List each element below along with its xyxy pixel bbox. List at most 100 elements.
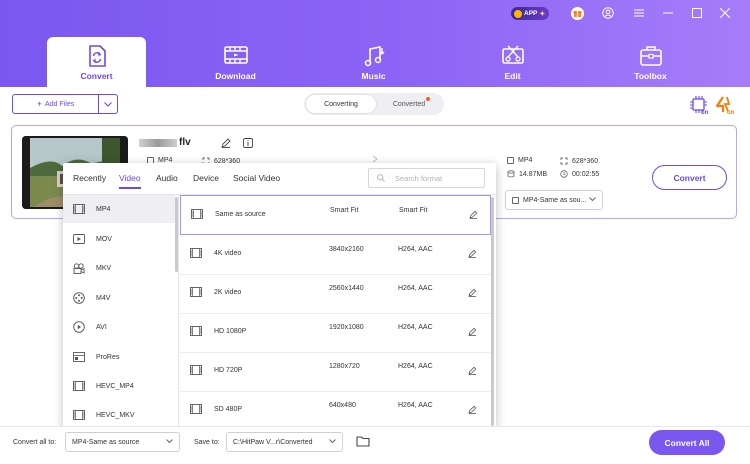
preset-codec: H264, AAC: [398, 285, 433, 292]
music-icon: [363, 45, 385, 67]
output-size-label: 14.87MB: [519, 170, 548, 178]
rename-icon[interactable]: [221, 138, 231, 148]
preset-row-sd-480p[interactable]: SD 480P 640x480 H264, AAC: [180, 391, 491, 431]
file-format-icon: [507, 157, 514, 164]
video-preset-icon: [190, 287, 202, 297]
format-item-label: MP4: [96, 205, 111, 213]
format-item-label: HEVC_MP4: [96, 382, 134, 390]
popup-tab-device[interactable]: Device: [193, 173, 219, 183]
format-item-m4v[interactable]: M4V: [63, 284, 175, 312]
preset-row-4k[interactable]: 4K video 3840x2160 H264, AAC: [180, 235, 491, 275]
edit-preset-icon[interactable]: [468, 327, 477, 336]
add-files-button[interactable]: + Add Files: [12, 94, 99, 114]
plus-icon: +: [36, 99, 43, 109]
tab-toolbox-label: Toolbox: [634, 71, 667, 81]
preset-codec: H264, AAC: [398, 402, 433, 409]
output-format-select-value: MP4-Same as sou...: [523, 196, 587, 204]
format-item-mov[interactable]: MOV: [63, 225, 175, 253]
status-segment: Converting Converted: [304, 93, 444, 115]
format-list-scrollbar[interactable]: [175, 197, 178, 272]
svg-text:on: on: [727, 110, 735, 115]
convert-icon: [87, 45, 107, 67]
gift-icon[interactable]: [571, 7, 584, 20]
tab-music[interactable]: Music: [324, 37, 423, 87]
file-format-icon: [512, 196, 519, 204]
converted-tab[interactable]: Converted: [376, 95, 442, 113]
file-name: flv: [139, 137, 191, 148]
4k-acceleration-icon[interactable]: on: [716, 95, 738, 115]
mp4-icon: [73, 204, 85, 214]
m4v-icon: [73, 292, 85, 304]
output-resolution: 628*360: [560, 157, 598, 165]
preset-row-same-as-source[interactable]: Same as source Smart Fit Smart Fit: [180, 195, 491, 235]
open-folder-icon[interactable]: [356, 435, 370, 447]
preset-list-scrollbar[interactable]: [491, 197, 494, 426]
format-item-hevc-mp4[interactable]: HEVC_MP4: [63, 372, 175, 400]
convert-all-button[interactable]: Convert All: [649, 430, 725, 455]
preset-row-hd-1080p[interactable]: HD 1080P 1920x1080 H264, AAC: [180, 313, 491, 353]
maximize-icon[interactable]: [690, 6, 704, 20]
chevron-down-icon: [166, 439, 173, 444]
edit-preset-icon[interactable]: [468, 366, 477, 375]
preset-codec: H264, AAC: [398, 246, 433, 253]
account-icon[interactable]: [601, 6, 615, 20]
converting-tab[interactable]: Converting: [306, 95, 376, 113]
add-files-label: Add Files: [45, 100, 75, 108]
video-preset-icon: [190, 404, 202, 414]
edit-preset-icon[interactable]: [468, 249, 477, 258]
edit-preset-icon[interactable]: [468, 288, 477, 297]
convert-all-to-select[interactable]: MP4-Same as source: [65, 432, 180, 452]
app-badge[interactable]: APP ✦: [511, 7, 550, 20]
chevron-down-icon: [104, 101, 112, 107]
minimize-icon[interactable]: [661, 6, 675, 20]
convert-button[interactable]: Convert: [652, 165, 727, 190]
preset-name: HD 720P: [214, 367, 243, 374]
format-item-prores[interactable]: ProRes: [63, 343, 175, 371]
chevron-down-icon: [589, 197, 596, 202]
output-format-select[interactable]: MP4-Same as sou...: [505, 190, 603, 210]
arrow-right-icon: [372, 155, 378, 163]
preset-row-hd-720p[interactable]: HD 720P 1280x720 H264, AAC: [180, 352, 491, 392]
preset-name: 4K video: [214, 250, 242, 257]
file-name-extension: flv: [179, 137, 191, 148]
edit-preset-icon[interactable]: [468, 405, 477, 414]
preset-codec: H264, AAC: [398, 363, 433, 370]
tab-download[interactable]: Download: [186, 37, 285, 87]
preset-codec: Smart Fit: [399, 207, 428, 214]
preset-row-2k[interactable]: 2K video 2560x1440 H264, AAC: [180, 274, 491, 314]
video-preset-icon: [191, 209, 203, 219]
popup-tab-recently[interactable]: Recently: [73, 173, 106, 183]
info-icon[interactable]: [243, 138, 253, 148]
preset-resolution: 1920x1080: [329, 324, 364, 331]
tab-music-label: Music: [361, 71, 386, 81]
video-preset-icon: [190, 326, 202, 336]
format-search-input[interactable]: Search format: [368, 168, 485, 188]
edit-icon: [501, 45, 525, 67]
output-format: MP4: [507, 157, 532, 164]
edit-preset-icon[interactable]: [469, 210, 478, 219]
format-item-mp4[interactable]: MP4: [63, 195, 175, 223]
popup-tab-audio[interactable]: Audio: [156, 173, 178, 183]
close-icon[interactable]: [718, 6, 732, 20]
resolution-icon: [560, 157, 568, 165]
format-item-hevc-mkv[interactable]: HEVC_MKV: [63, 401, 175, 429]
save-to-value: C:\HitPaw V...r\Converted: [233, 438, 313, 446]
format-item-mkv[interactable]: MKV: [63, 254, 175, 282]
tab-edit-label: Edit: [504, 71, 521, 81]
popup-tab-video[interactable]: Video: [119, 173, 141, 189]
format-item-label: ProRes: [96, 353, 120, 361]
format-item-avi[interactable]: AVI: [63, 313, 175, 341]
menu-icon[interactable]: [632, 6, 646, 20]
save-to-select[interactable]: C:\HitPaw V...r\Converted: [226, 432, 343, 452]
tab-toolbox[interactable]: Toolbox: [601, 37, 700, 87]
format-list: MP4 MOV MKV M4V AVI ProRes HEVC_MP4 HEVC…: [63, 195, 179, 429]
popup-tab-social-video[interactable]: Social Video: [233, 173, 280, 183]
tab-convert[interactable]: Convert: [47, 37, 146, 87]
prores-icon: [73, 352, 85, 362]
output-resolution-label: 628*360: [572, 157, 599, 165]
tab-edit[interactable]: Edit: [463, 37, 562, 87]
hardware-acceleration-icon[interactable]: on: [689, 95, 709, 115]
tab-convert-label: Convert: [80, 71, 113, 81]
format-item-label: MKV: [96, 264, 112, 272]
add-files-dropdown[interactable]: [98, 94, 118, 114]
